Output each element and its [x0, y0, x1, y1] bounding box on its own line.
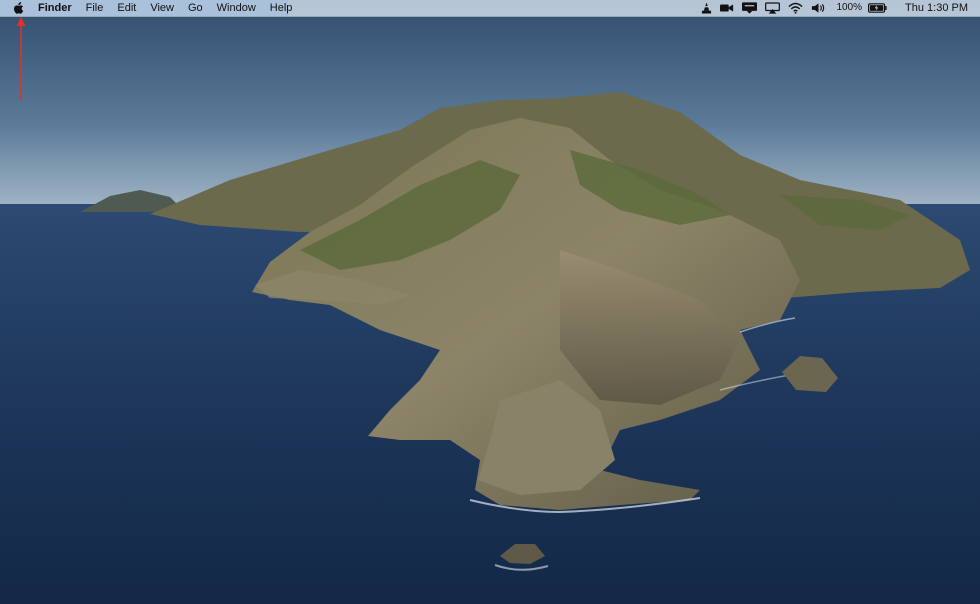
- apple-logo-icon: [14, 1, 24, 14]
- vlc-cone-icon[interactable]: [697, 0, 716, 16]
- menu-file[interactable]: File: [79, 0, 111, 16]
- menu-view[interactable]: View: [143, 0, 181, 16]
- menu-go[interactable]: Go: [181, 0, 210, 16]
- desktop-wallpaper: [0, 0, 980, 604]
- facetime-camera-icon[interactable]: [716, 0, 738, 16]
- annotation-arrow-head: [16, 17, 26, 26]
- menu-bar-status-area: 100% Thu 1:30 PM: [697, 0, 980, 16]
- menu-bar-left: Finder File Edit View Go Window Help: [0, 0, 299, 16]
- menu-edit[interactable]: Edit: [110, 0, 143, 16]
- wifi-icon[interactable]: [784, 0, 807, 16]
- menu-help[interactable]: Help: [263, 0, 300, 16]
- apple-menu[interactable]: [0, 0, 31, 16]
- annotation-arrow: [16, 17, 26, 100]
- menu-bar: Finder File Edit View Go Window Help 100…: [0, 0, 980, 17]
- notification-icon[interactable]: [738, 0, 761, 16]
- menu-finder[interactable]: Finder: [31, 0, 79, 16]
- menu-bar-clock[interactable]: Thu 1:30 PM: [891, 0, 980, 16]
- menu-window[interactable]: Window: [210, 0, 263, 16]
- volume-icon[interactable]: [807, 0, 830, 16]
- battery-charging-icon[interactable]: [864, 0, 891, 16]
- battery-percentage: 100%: [836, 2, 863, 13]
- airplay-icon[interactable]: [761, 0, 784, 16]
